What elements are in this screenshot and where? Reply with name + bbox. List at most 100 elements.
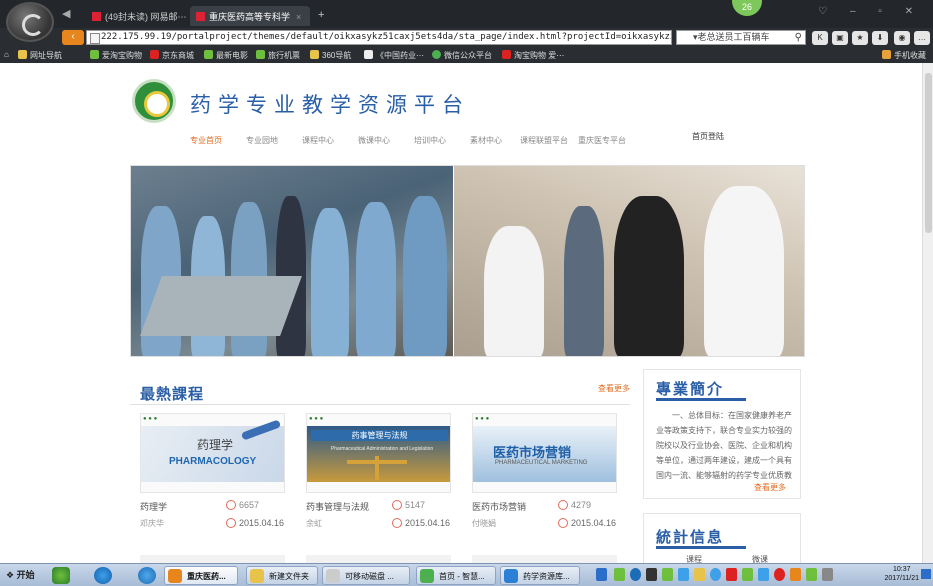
site-tab-icon xyxy=(196,12,205,21)
scroll-thumb[interactable] xyxy=(925,73,932,233)
bookmark-item[interactable]: 360导航 xyxy=(310,50,351,61)
new-tab-button[interactable]: + xyxy=(318,9,324,21)
bookmark-item[interactable]: 京东商城 xyxy=(150,50,194,61)
site-logo[interactable] xyxy=(132,79,176,123)
clock-icon xyxy=(558,518,568,528)
ie-pinned-icon[interactable] xyxy=(138,567,156,584)
course-thumbnail: 医药市场营销 PHARMACEUTICAL MARKETING xyxy=(473,426,616,482)
clock-icon xyxy=(392,518,402,528)
course-view-count: 6657 xyxy=(226,500,259,510)
menu-home[interactable]: 专业首页 xyxy=(190,135,222,146)
show-desktop-icon[interactable] xyxy=(921,569,931,579)
windows-taskbar: ❖ 开始 重庆医药... 新建文件夹 可移动磁盘 ... 首页 - 智慧... … xyxy=(0,563,933,586)
bookmark-mobile[interactable]: 手机收藏 xyxy=(882,50,926,61)
task-folder[interactable]: 新建文件夹 xyxy=(246,566,318,585)
hot-courses-heading: 最熱課程 xyxy=(140,386,205,403)
banner-image[interactable] xyxy=(130,165,805,357)
course-card-partial[interactable] xyxy=(140,555,285,563)
intro-heading: 專業簡介 xyxy=(656,378,747,401)
task-browser[interactable]: 重庆医药... xyxy=(164,566,238,585)
clock-icon xyxy=(226,518,236,528)
course-name[interactable]: 药事管理与法规 xyxy=(306,500,369,513)
intro-text: 一、总体目标：在国家健康养老产业等政策支持下，联合专业实力较强的院校以及行业协会… xyxy=(656,411,792,480)
bookmark-item[interactable]: 旅行机票 xyxy=(256,50,300,61)
course-card-regulation[interactable]: ● ● ● 药事管理与法规 Pharmaceutical Administrat… xyxy=(306,413,451,493)
course-teacher: 付晓娟 xyxy=(472,519,496,528)
qq-icon[interactable] xyxy=(52,567,70,584)
college-logo: ● ● ● xyxy=(143,416,158,422)
windows-logo-icon: ❖ xyxy=(6,570,15,580)
bookmarks-bar: ⌂ 网址导航 爱淘宝购物 京东商城 最新电影 旅行机票 360导航 《中国药业⋯… xyxy=(0,47,933,63)
start-button[interactable]: ❖ 开始 xyxy=(6,568,35,581)
menu-training[interactable]: 培训中心 xyxy=(414,135,446,146)
tab-mail[interactable]: (49封未读) 网易邮⋯× xyxy=(86,6,198,26)
mail-tab-icon xyxy=(92,12,101,21)
people-icon xyxy=(226,500,236,510)
tab-back-arrow-icon[interactable]: ◀ xyxy=(62,7,70,20)
intro-more-link[interactable]: 查看更多 xyxy=(754,482,786,493)
toolbar-menu-icon[interactable]: … xyxy=(914,31,930,45)
course-card-partial[interactable] xyxy=(472,555,617,563)
people-icon xyxy=(392,500,402,510)
toolbar-lock-icon[interactable]: ▣ xyxy=(832,31,848,45)
course-view-count: 5147 xyxy=(392,500,425,510)
course-teacher: 邓庆华 xyxy=(140,519,164,528)
task-drive[interactable]: 可移动磁盘 ... xyxy=(322,566,410,585)
ie-icon[interactable] xyxy=(94,567,112,584)
menu-cqmu[interactable]: 重庆医专平台 xyxy=(578,135,626,146)
course-name[interactable]: 药理学 xyxy=(140,500,167,513)
toolbar-game-icon[interactable]: ◉ xyxy=(894,31,910,45)
site-title: 药学专业教学资源平台 xyxy=(190,93,470,117)
tab-label: (49封未读) 网易邮⋯ xyxy=(105,12,187,22)
bookmark-item[interactable]: 淘宝购物 爱⋯ xyxy=(502,50,564,61)
course-name[interactable]: 医药市场营销 xyxy=(472,500,526,513)
search-text: ▾老总送员工百辆车 xyxy=(693,32,770,42)
search-icon[interactable]: ⚲ xyxy=(795,31,802,44)
stat-label-microcourses: 微课 xyxy=(752,555,768,563)
home-icon[interactable]: ⌂ xyxy=(4,50,9,59)
back-button[interactable]: ‹ xyxy=(62,30,84,45)
menu-courses[interactable]: 课程中心 xyxy=(302,135,334,146)
course-thumbnail: 药理学 PHARMACOLOGY xyxy=(141,419,284,482)
login-link[interactable]: 首页登陆 xyxy=(692,131,724,142)
course-card-pharmacology[interactable]: ● ● ● 药理学 PHARMACOLOGY xyxy=(140,413,285,493)
bookmark-item[interactable]: 网址导航 xyxy=(18,50,62,61)
course-date: 2015.04.16 xyxy=(226,518,284,528)
bookmark-item[interactable]: 最新电影 xyxy=(204,50,248,61)
course-view-count: 4279 xyxy=(558,500,591,510)
course-thumbnail: 药事管理与法规 Pharmaceutical Administration an… xyxy=(307,426,450,482)
course-card-partial[interactable] xyxy=(306,555,451,563)
college-logo: ● ● ● xyxy=(309,416,324,422)
toolbar-k-icon[interactable]: K xyxy=(812,31,828,45)
bookmark-item[interactable]: 微信公众平台 xyxy=(432,50,492,61)
search-box[interactable]: ▾老总送员工百辆车 ⚲ xyxy=(676,30,806,45)
stats-heading: 統計信息 xyxy=(656,526,747,549)
page-scrollbar[interactable] xyxy=(922,63,933,563)
menu-materials[interactable]: 素材中心 xyxy=(470,135,502,146)
menu-garden[interactable]: 专业园地 xyxy=(246,135,278,146)
tab-label: 重庆医药高等专科学 xyxy=(209,12,291,22)
toolbar-star-icon[interactable]: ★ xyxy=(852,31,868,45)
menu-microcourses[interactable]: 微课中心 xyxy=(358,135,390,146)
address-bar[interactable]: 222.175.99.19/portalproject/themes/defau… xyxy=(86,30,672,45)
task-smart[interactable]: 首页 - 智慧... xyxy=(416,566,496,585)
course-card-marketing[interactable]: ● ● ● 医药市场营销 PHARMACEUTICAL MARKETING xyxy=(472,413,617,493)
close-icon[interactable]: × xyxy=(296,12,301,22)
browser-chrome: ◀ (49封未读) 网易邮⋯× 重庆医药高等专科学× + 26 ♡ – ▫ ✕ … xyxy=(0,0,933,63)
bookmark-item[interactable]: 爱淘宝购物 xyxy=(90,50,142,61)
bookmark-item[interactable]: 《中国药业⋯ xyxy=(364,50,424,61)
course-date: 2015.04.16 xyxy=(392,518,450,528)
banner-photo-lab xyxy=(131,166,453,356)
window-controls[interactable]: ♡ – ▫ ✕ xyxy=(818,6,923,17)
stats-panel: 統計信息 课程 微课 xyxy=(643,513,801,563)
task-resources[interactable]: 药学资源库... xyxy=(500,566,580,585)
course-date: 2015.04.16 xyxy=(558,518,616,528)
section-divider xyxy=(130,404,630,405)
course-teacher: 余虹 xyxy=(306,519,322,528)
hot-courses-more-link[interactable]: 查看更多 xyxy=(598,383,630,394)
tab-active[interactable]: 重庆医药高等专科学 × xyxy=(190,6,310,26)
system-clock[interactable]: 10:37 2017/11/21 xyxy=(884,565,919,583)
college-logo: ● ● ● xyxy=(475,416,490,422)
toolbar-download-icon[interactable]: ⬇ xyxy=(872,31,888,45)
menu-alliance[interactable]: 课程联盟平台 xyxy=(520,135,568,146)
